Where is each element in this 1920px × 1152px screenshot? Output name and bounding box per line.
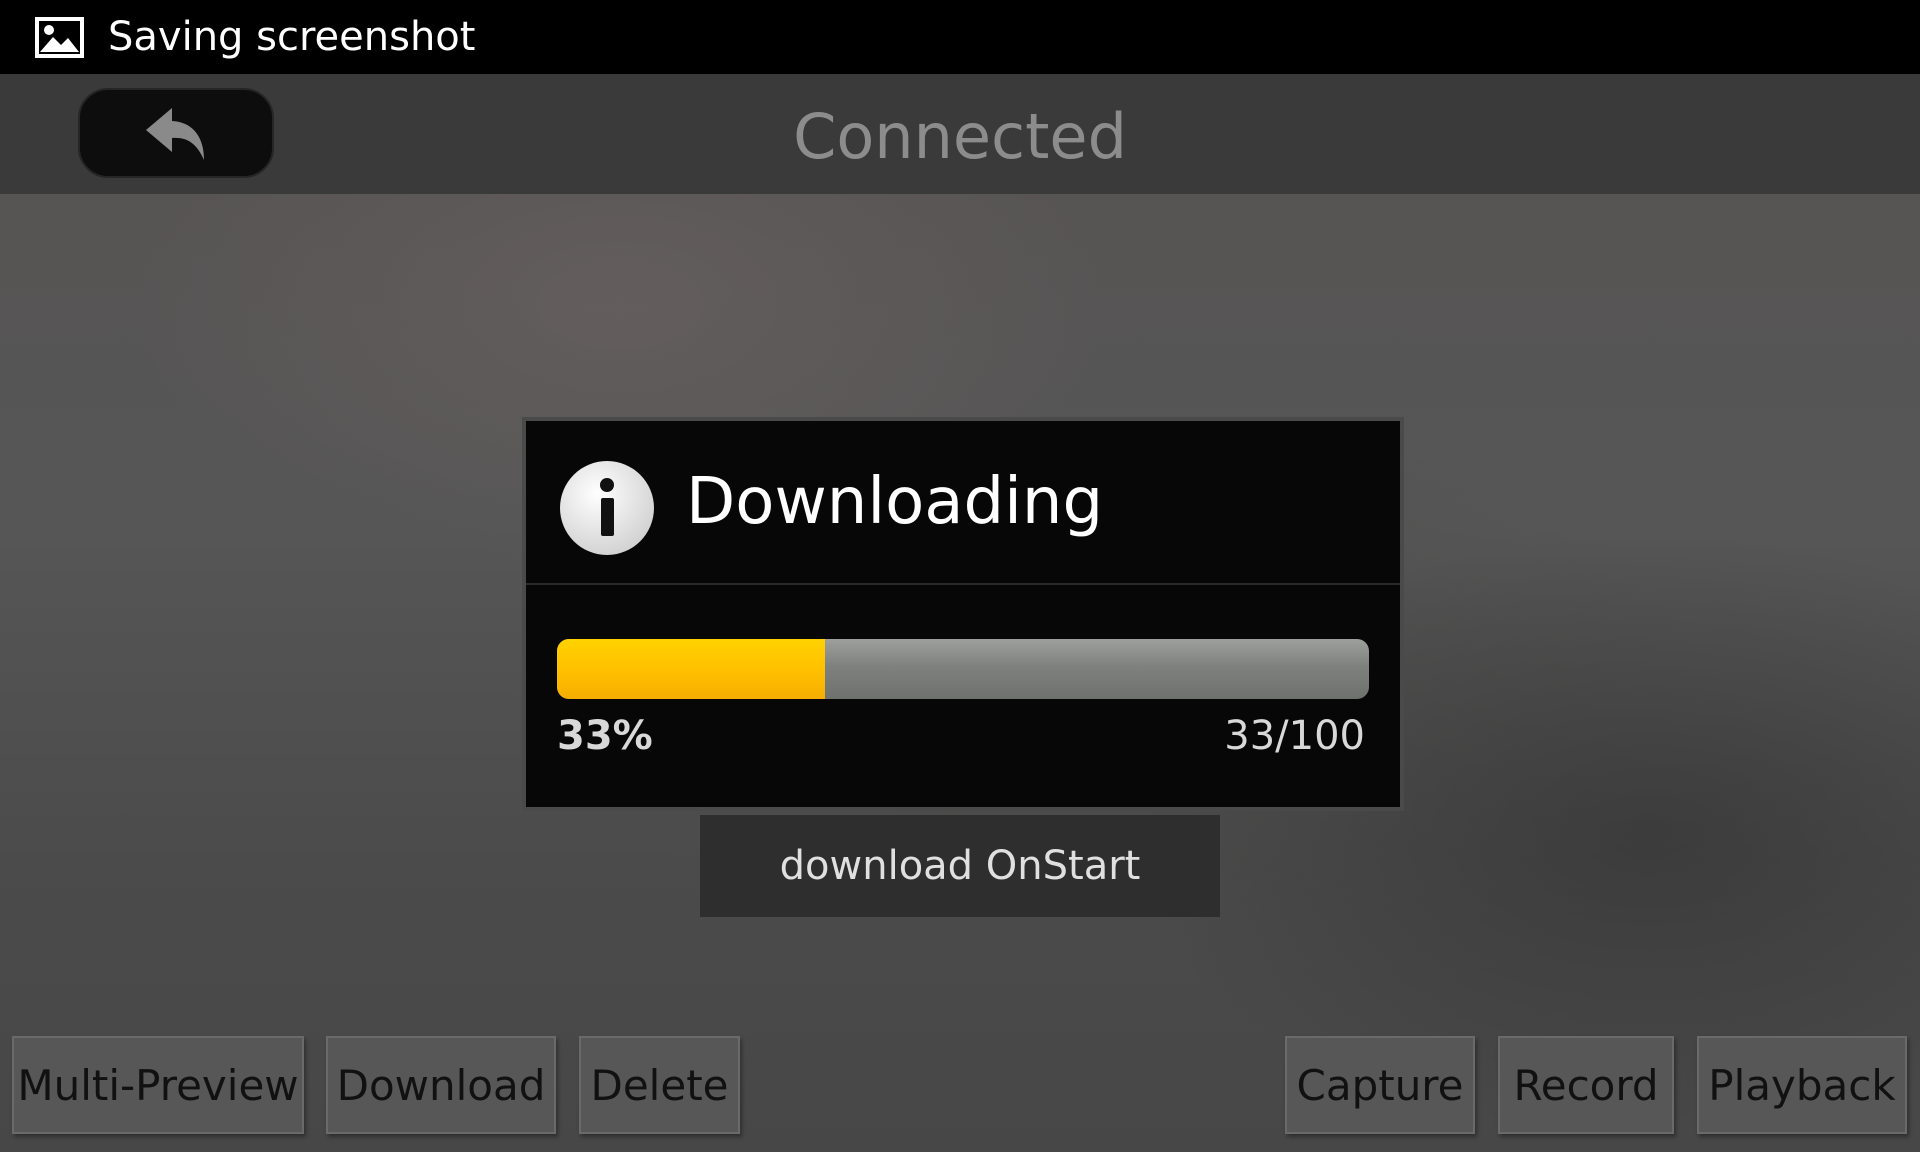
info-icon [558,459,656,557]
delete-button[interactable]: Delete [579,1036,740,1134]
record-button[interactable]: Record [1498,1036,1674,1134]
top-bar: Connected [0,74,1920,194]
status-bar: Saving screenshot [0,0,1920,74]
status-notification-text: Saving screenshot [108,14,476,60]
download-progress-dialog: Downloading 33% 33/100 [522,417,1404,811]
progress-percent: 33% [557,713,653,759]
connection-status-title: Connected [793,100,1127,173]
progress-count: 33/100 [1224,713,1365,759]
capture-button[interactable]: Capture [1285,1036,1475,1134]
progress-fill [557,639,825,699]
download-progress-bar [557,639,1369,699]
toast-message: download OnStart [700,815,1220,917]
image-icon [35,17,84,58]
dialog-divider [526,583,1400,585]
multi-preview-button[interactable]: Multi-Preview [12,1036,304,1134]
dialog-title: Downloading [686,465,1104,539]
download-button[interactable]: Download [326,1036,556,1134]
playback-button[interactable]: Playback [1697,1036,1907,1134]
